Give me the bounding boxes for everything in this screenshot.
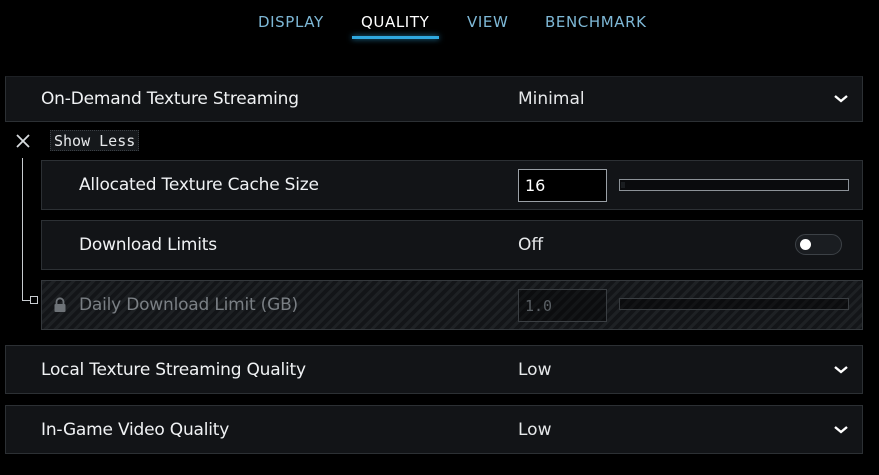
local-streaming-value: Low [518, 359, 552, 380]
lock-icon [54, 297, 66, 312]
close-icon[interactable] [14, 132, 32, 150]
show-less-button[interactable]: Show Less [50, 130, 140, 151]
download-limits-toggle[interactable] [795, 234, 842, 255]
local-streaming-dropdown[interactable]: Local Texture Streaming Quality Low [5, 345, 863, 394]
video-quality-label: In-Game Video Quality [41, 419, 230, 440]
tree-connector-node [30, 296, 38, 304]
video-quality-dropdown[interactable]: In-Game Video Quality Low [5, 405, 863, 454]
tab-benchmark[interactable]: BENCHMARK [545, 13, 647, 35]
tree-connector-line [22, 158, 23, 300]
chevron-down-icon [834, 426, 848, 434]
daily-limit-slider [619, 298, 849, 310]
texture-streaming-dropdown[interactable]: On-Demand Texture Streaming Minimal [5, 76, 863, 122]
download-limits-value: Off [518, 235, 544, 255]
chevron-down-icon [834, 95, 848, 103]
tab-display[interactable]: DISPLAY [258, 13, 324, 35]
daily-limit-input [518, 289, 607, 322]
cache-size-input[interactable] [518, 169, 607, 202]
cache-size-slider-fill [621, 182, 625, 188]
texture-streaming-value: Minimal [518, 89, 585, 109]
texture-streaming-label: On-Demand Texture Streaming [41, 89, 299, 109]
cache-size-label: Allocated Texture Cache Size [79, 175, 319, 195]
tab-view[interactable]: VIEW [467, 13, 508, 35]
download-limits-row: Download Limits Off [41, 220, 863, 270]
tree-connector-branch [22, 300, 30, 301]
chevron-down-icon [834, 366, 848, 374]
active-tab-indicator [352, 36, 439, 39]
daily-limit-label: Daily Download Limit (GB) [79, 295, 298, 315]
video-quality-value: Low [518, 419, 552, 440]
cache-size-slider[interactable] [619, 179, 849, 191]
toggle-knob [800, 239, 811, 250]
settings-screen: DISPLAY QUALITY VIEW BENCHMARK On-Demand… [0, 0, 879, 475]
download-limits-label: Download Limits [79, 235, 217, 255]
local-streaming-label: Local Texture Streaming Quality [41, 359, 306, 380]
tab-bar: DISPLAY QUALITY VIEW BENCHMARK [0, 0, 879, 44]
tab-quality[interactable]: QUALITY [361, 13, 429, 35]
